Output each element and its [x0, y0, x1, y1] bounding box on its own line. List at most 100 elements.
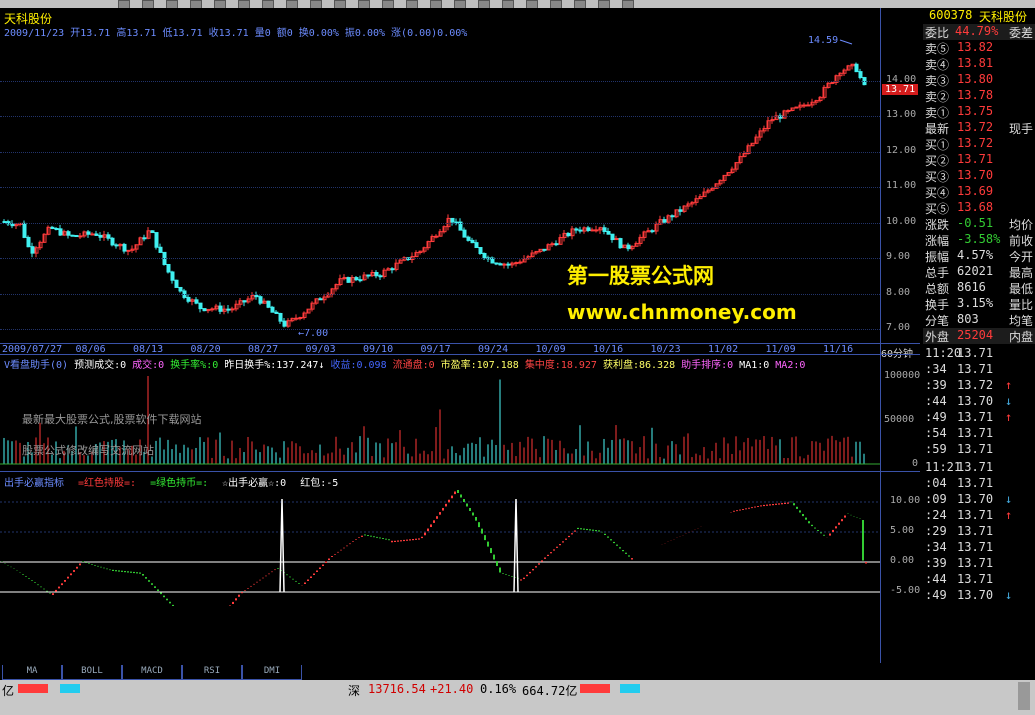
stock-code: 600378 — [929, 8, 973, 22]
buy-level-label: 买③ — [925, 170, 950, 184]
candle-body — [58, 228, 63, 236]
tick-time: :59 — [925, 442, 947, 456]
tick-arrow: ↑ — [1005, 410, 1013, 424]
tick-arrow: ↓ — [1005, 394, 1013, 408]
candle-body — [514, 262, 519, 265]
buy-level: 买④ 13.69 — [923, 184, 1035, 200]
indicator-tick-label: 10.00 — [890, 495, 921, 506]
status-amount: 664.72亿 — [522, 684, 578, 698]
tick-price: 13.72 — [957, 378, 994, 392]
high-marker: 14.59 — [808, 35, 838, 46]
buy-level-label: 买④ — [925, 186, 950, 200]
price-tick-label: 11.00 — [886, 180, 917, 192]
candle-body — [318, 298, 323, 301]
status-down-bar — [60, 684, 80, 693]
tab-boll[interactable]: BOLL — [62, 665, 122, 680]
tick-time: 11:21 — [925, 460, 962, 474]
status-bar: 亿 深 13716.54 +21.40 0.16% 664.72亿 — [0, 680, 1035, 715]
tick-time: :44 — [925, 394, 947, 408]
tab-ma[interactable]: MA — [2, 665, 62, 680]
tab-macd[interactable]: MACD — [122, 665, 182, 680]
tick-price: 13.71 — [957, 508, 994, 522]
candle-body — [574, 228, 579, 231]
sell-level-label: 卖⑤ — [925, 42, 950, 56]
chart-area[interactable]: 14.59 ←7.00 天科股份 2009/11/23 开13.71 高13.71… — [0, 8, 920, 663]
candle-body — [294, 317, 299, 320]
resize-grip[interactable] — [1018, 682, 1030, 710]
candle-body — [590, 229, 595, 232]
stat-value: 8616 — [957, 280, 986, 294]
candle-body — [450, 217, 455, 223]
candle-body — [854, 63, 859, 73]
stat-value: 3.15% — [957, 296, 994, 310]
tick-row: :39 13.71 — [923, 556, 1035, 572]
volume-header-item: 获利盘:86.328 — [602, 360, 676, 371]
indicator-tick-label: 5.00 — [890, 525, 915, 536]
status-market: 深 — [348, 684, 361, 698]
stat-value: 4.57% — [957, 248, 994, 262]
tick-price: 13.71 — [957, 540, 994, 554]
tick-price: 13.71 — [957, 460, 994, 474]
buy-level: 买② 13.71 — [923, 152, 1035, 168]
price-gridline — [0, 116, 880, 118]
weibi-label: 委比 — [925, 26, 950, 40]
sell-level-price: 13.82 — [957, 40, 994, 54]
indicator-tick-label: 0.00 — [890, 555, 915, 566]
tick-row: :39 13.72 ↑ — [923, 378, 1035, 394]
tick-row: :29 13.71 — [923, 524, 1035, 540]
candle-body — [10, 223, 15, 227]
sell-level-label: 卖④ — [925, 58, 950, 72]
indicator-chart[interactable] — [0, 486, 880, 606]
tick-price: 13.71 — [957, 572, 994, 586]
buy-level-price: 13.70 — [957, 168, 994, 182]
tick-arrow: ↑ — [1005, 378, 1013, 392]
candle-body — [542, 248, 547, 251]
tick-row: :34 13.71 — [923, 362, 1035, 378]
tick-row: :44 13.71 — [923, 572, 1035, 588]
tick-time: :49 — [925, 410, 947, 424]
stat-label: 涨幅 — [925, 234, 950, 248]
tick-price: 13.71 — [957, 524, 994, 538]
current-price-tag: 13.71 — [882, 84, 919, 96]
stat-tail-label: 均价 — [1009, 218, 1034, 232]
candle-body — [226, 308, 231, 311]
sell-level: 卖③ 13.80 — [923, 72, 1035, 88]
period-label[interactable]: 60分钟 — [881, 345, 913, 360]
candle-body — [186, 296, 191, 302]
candle-body — [506, 263, 511, 266]
candle-body — [282, 320, 287, 327]
buy-level-price: 13.68 — [957, 200, 994, 214]
tick-row: :34 13.71 — [923, 540, 1035, 556]
axis-separator — [880, 8, 881, 663]
candle-body — [650, 230, 655, 233]
volume-tick-label: 50000 — [884, 414, 915, 425]
tick-time: :49 — [925, 588, 947, 602]
candle-body — [26, 236, 31, 248]
candle-body — [86, 231, 91, 235]
volume-header-item: 集中度:18.927 — [524, 360, 597, 371]
latest-label: 最新 — [925, 122, 950, 136]
candle-body — [194, 299, 199, 304]
candle-body — [150, 230, 155, 234]
tick-price: 13.70 — [957, 492, 994, 506]
tick-price: 13.71 — [957, 556, 994, 570]
candle-body — [566, 232, 571, 237]
tick-time: :24 — [925, 508, 947, 522]
tab-dmi[interactable]: DMI — [242, 665, 302, 680]
stat-label: 总额 — [925, 282, 950, 296]
stat-tail-label: 最低 — [1009, 282, 1034, 296]
tick-row: :54 13.71 — [923, 426, 1035, 442]
candle-body — [794, 106, 799, 109]
tab-rsi[interactable]: RSI — [182, 665, 242, 680]
indicator-header-item: =绿色持币=: — [150, 478, 209, 489]
candle-body — [198, 302, 203, 310]
neipan-label: 内盘 — [1009, 330, 1034, 344]
tick-row: :49 13.71 ↑ — [923, 410, 1035, 426]
tick-time: :34 — [925, 540, 947, 554]
candle-body — [578, 229, 583, 232]
candle-body — [786, 109, 791, 112]
volume-header: V看盘助手(0) 预测成交:0 成交:0 换手率%:0 昨日换手%:137.247↓ 收益… — [4, 356, 811, 371]
watermark-url: www.chnmoney.com — [567, 300, 797, 324]
candle-body — [470, 239, 475, 244]
candle-body — [278, 312, 283, 322]
